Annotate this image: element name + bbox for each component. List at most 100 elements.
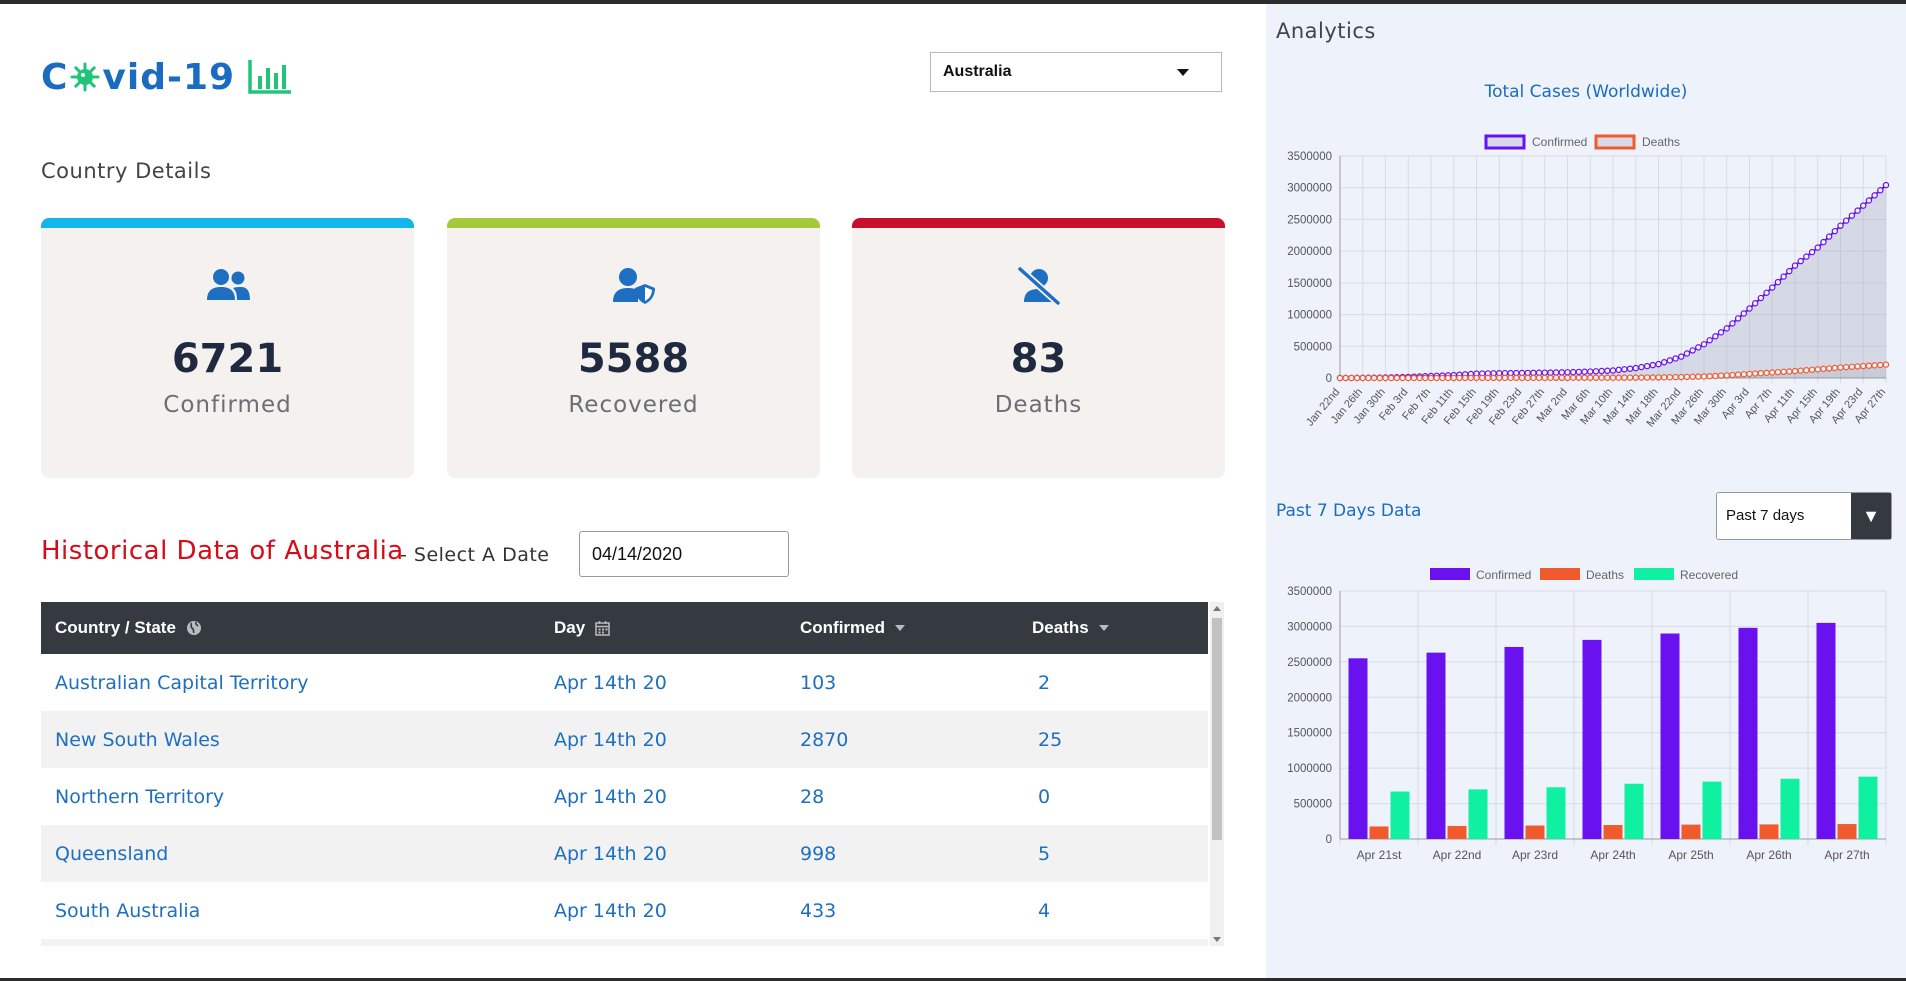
bar-confirmed [1348, 658, 1368, 839]
past-days-select[interactable]: Past 7 days ▼ [1716, 492, 1892, 540]
data-point-deaths [1746, 370, 1753, 378]
bar-confirmed [1738, 627, 1758, 839]
table-row[interactable]: Queensland Apr 14th 20 998 5 [41, 825, 1208, 882]
data-point-confirmed [1706, 337, 1713, 344]
cell-state[interactable]: South Australia [55, 882, 200, 939]
y-tick-label: 2500000 [1287, 214, 1332, 226]
data-point-confirmed [1865, 197, 1873, 204]
bar-confirmed [1582, 639, 1602, 839]
data-point-deaths [1643, 374, 1651, 381]
table-row[interactable]: Northern Territory Apr 14th 20 28 0 [41, 768, 1208, 825]
col-day[interactable]: Day [554, 602, 610, 654]
table-row[interactable]: New South Wales Apr 14th 20 2870 25 [41, 711, 1208, 768]
data-point-confirmed [1842, 217, 1850, 224]
bar-recovered [1624, 783, 1644, 839]
cell-state[interactable]: Northern Territory [55, 768, 224, 825]
legend-label: Deaths [1586, 568, 1624, 582]
dropdown-arrow-icon[interactable]: ▼ [1851, 493, 1891, 539]
legend-swatch [1634, 568, 1674, 580]
table-row[interactable]: South Australia Apr 14th 20 433 4 [41, 882, 1208, 939]
data-point-deaths [1695, 373, 1702, 380]
data-point-deaths [1490, 374, 1497, 382]
logo-text-c: C [41, 56, 69, 98]
country-select[interactable]: Australia [930, 52, 1222, 92]
data-point-deaths [1439, 374, 1446, 382]
data-point-deaths [1842, 363, 1850, 371]
user-slash-icon [1017, 266, 1060, 306]
col-country-state[interactable]: Country / State [55, 602, 202, 654]
x-tick-label: Apr 23rd [1512, 848, 1558, 862]
data-point-deaths [1405, 374, 1412, 382]
data-point-deaths [1501, 374, 1509, 382]
data-point-confirmed [1712, 333, 1719, 340]
deaths-label: Deaths [994, 392, 1083, 418]
data-point-deaths [1615, 374, 1622, 381]
data-point-deaths [1382, 374, 1389, 382]
historical-table: Country / State Day Confirmed Deaths Aus… [41, 602, 1224, 946]
data-point-deaths [1865, 362, 1873, 369]
sort-down-icon [1098, 625, 1109, 631]
cell-state[interactable]: Australian Capital Territory [55, 654, 309, 711]
data-point-deaths [1393, 374, 1401, 382]
data-point-confirmed [1854, 207, 1861, 214]
x-tick-label: Apr 24th [1590, 848, 1635, 862]
legend-label: Confirmed [1532, 135, 1587, 149]
globe-icon [186, 621, 201, 635]
data-point-confirmed [1666, 357, 1674, 364]
bar-deaths [1447, 825, 1467, 839]
data-point-deaths [1473, 374, 1480, 382]
confirmed-value: 6721 [171, 336, 284, 382]
data-point-confirmed [1678, 353, 1685, 360]
card-accent [447, 218, 820, 228]
date-input[interactable] [579, 531, 789, 577]
app-logo[interactable]: C vid-19 [41, 52, 293, 102]
data-point-deaths [1427, 374, 1435, 382]
x-tick-label: Apr 26th [1746, 848, 1791, 862]
data-point-deaths [1860, 362, 1867, 370]
legend-label: Confirmed [1476, 568, 1531, 582]
data-point-confirmed [1592, 368, 1600, 375]
x-tick-label: Apr 21st [1357, 848, 1402, 862]
data-point-confirmed [1757, 294, 1765, 302]
deaths-value: 83 [1010, 336, 1067, 382]
col-deaths[interactable]: Deaths [1032, 602, 1109, 654]
data-point-deaths [1854, 363, 1861, 370]
data-point-confirmed [1729, 320, 1736, 327]
data-point-confirmed [1797, 257, 1804, 265]
data-point-confirmed [1786, 267, 1793, 275]
data-point-deaths [1769, 369, 1776, 376]
data-point-deaths [1581, 374, 1588, 381]
data-point-confirmed [1769, 284, 1776, 291]
cell-state[interactable]: New South Wales [55, 711, 220, 768]
data-point-confirmed [1882, 181, 1890, 189]
data-point-confirmed [1660, 359, 1668, 366]
data-point-deaths [1820, 365, 1827, 373]
col-confirmed[interactable]: Confirmed [800, 602, 905, 654]
y-tick-label: 3500000 [1287, 151, 1332, 163]
bar-confirmed [1816, 622, 1836, 839]
data-point-confirmed [1598, 367, 1605, 375]
bar-recovered [1702, 781, 1722, 839]
table-row[interactable] [41, 939, 1208, 946]
table-row[interactable]: Australian Capital Territory Apr 14th 20… [41, 654, 1208, 711]
data-point-deaths [1632, 374, 1639, 381]
cell-deaths: 0 [1038, 785, 1051, 808]
cell-state[interactable]: Queensland [55, 825, 168, 882]
data-point-deaths [1558, 374, 1566, 382]
scroll-down-icon[interactable] [1213, 937, 1221, 942]
y-tick-label: 3000000 [1287, 183, 1332, 195]
data-point-deaths [1422, 374, 1429, 382]
data-point-deaths [1359, 374, 1366, 382]
confirmed-card: 6721 Confirmed [41, 218, 414, 478]
data-point-confirmed [1700, 341, 1708, 348]
data-point-deaths [1604, 374, 1611, 381]
data-point-deaths [1535, 374, 1543, 382]
sort-down-icon [895, 625, 905, 631]
scroll-up-icon[interactable] [1213, 606, 1221, 611]
bar-deaths [1369, 826, 1389, 839]
table-scrollbar[interactable] [1210, 602, 1224, 946]
data-point-confirmed [1723, 325, 1730, 332]
scroll-thumb[interactable] [1212, 618, 1222, 840]
data-point-confirmed [1535, 369, 1543, 376]
data-point-confirmed [1689, 347, 1696, 354]
